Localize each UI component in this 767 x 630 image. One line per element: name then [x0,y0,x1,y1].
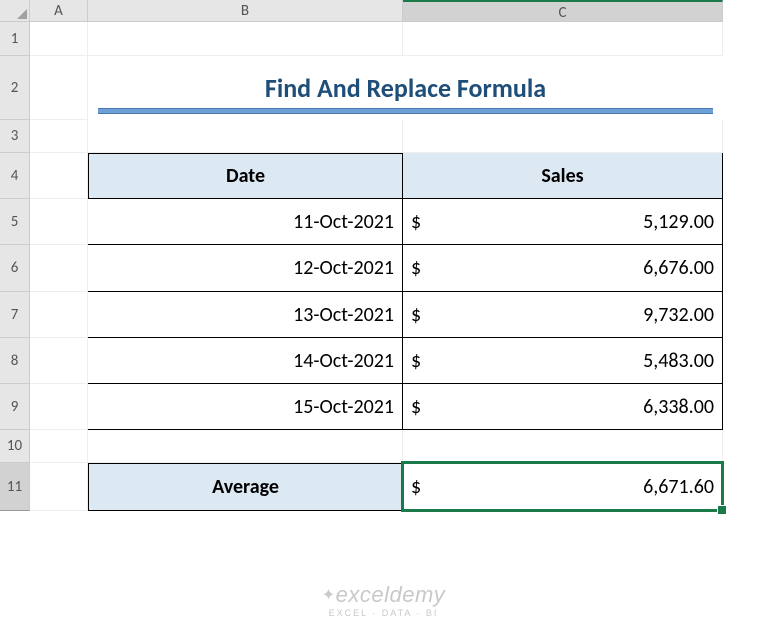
cell-B1[interactable] [88,22,403,56]
header-date[interactable]: Date [88,153,403,199]
currency-symbol: $ [411,395,421,419]
watermark: ✦exceldemy EXCEL · DATA · BI [322,582,446,618]
currency-value: 9,732.00 [643,303,714,327]
currency-symbol: $ [411,256,421,280]
select-all-corner[interactable] [0,0,30,22]
currency-value: 5,483.00 [643,349,714,373]
title-cell[interactable]: Find And Replace Formula [88,56,723,120]
page-title: Find And Replace Formula [265,72,546,104]
cell-date-2[interactable]: 13-Oct-2021 [87,291,403,338]
currency-value: 6,338.00 [643,395,714,419]
col-head-B[interactable]: B [88,0,403,22]
row-head-2[interactable]: 2 [0,56,30,120]
cell-sales-1[interactable]: $ 6,676.00 [402,244,723,292]
row-head-8[interactable]: 8 [0,338,30,384]
cell-A11[interactable] [30,463,88,511]
row-head-3[interactable]: 3 [0,120,30,153]
watermark-tag: EXCEL · DATA · BI [322,608,446,618]
cell-sales-0[interactable]: $ 5,129.00 [402,198,723,245]
cell-A7[interactable] [30,292,88,338]
average-label[interactable]: Average [88,463,403,511]
cell-date-1[interactable]: 12-Oct-2021 [87,244,403,292]
cell-A4[interactable] [30,153,88,199]
header-sales[interactable]: Sales [402,152,723,199]
currency-symbol: $ [411,475,421,499]
cell-C1[interactable] [403,22,723,56]
row-head-10[interactable]: 10 [0,430,30,463]
row-head-7[interactable]: 7 [0,292,30,338]
title-underline [98,108,713,114]
cell-A8[interactable] [30,338,88,384]
col-head-A[interactable]: A [30,0,88,22]
cell-A9[interactable] [30,384,88,430]
row-head-1[interactable]: 1 [0,22,30,56]
cell-date-3[interactable]: 14-Oct-2021 [87,337,403,384]
col-head-C[interactable]: C [403,0,723,22]
row-head-6[interactable]: 6 [0,245,30,292]
cell-A6[interactable] [30,245,88,292]
cell-sales-3[interactable]: $ 5,483.00 [402,337,723,384]
cell-sales-2[interactable]: $ 9,732.00 [402,291,723,338]
row-head-9[interactable]: 9 [0,384,30,430]
row-head-5[interactable]: 5 [0,199,30,245]
cell-A5[interactable] [30,199,88,245]
currency-value: 5,129.00 [643,210,714,234]
fill-handle[interactable] [717,505,727,515]
row-head-11[interactable]: 11 [0,463,30,511]
cell-C10[interactable] [403,430,723,463]
cell-C3[interactable] [403,120,723,153]
average-value-cell[interactable]: $ 6,671.60 [402,462,723,511]
currency-symbol: $ [411,210,421,234]
cell-B10[interactable] [88,430,403,463]
cell-A10[interactable] [30,430,88,463]
cell-A3[interactable] [30,120,88,153]
row-head-4[interactable]: 4 [0,153,30,199]
cell-A2[interactable] [30,56,88,120]
currency-value: 6,671.60 [643,475,714,499]
currency-symbol: $ [411,303,421,327]
cell-sales-4[interactable]: $ 6,338.00 [402,383,723,430]
currency-value: 6,676.00 [643,256,714,280]
cell-B3[interactable] [88,120,403,153]
cell-date-0[interactable]: 11-Oct-2021 [87,198,403,245]
spreadsheet-grid: A B C 1 2 Find And Replace Formula 3 4 D… [0,0,767,511]
watermark-brand: exceldemy [336,582,446,607]
currency-symbol: $ [411,349,421,373]
cell-A1[interactable] [30,22,88,56]
cell-date-4[interactable]: 15-Oct-2021 [87,383,403,430]
